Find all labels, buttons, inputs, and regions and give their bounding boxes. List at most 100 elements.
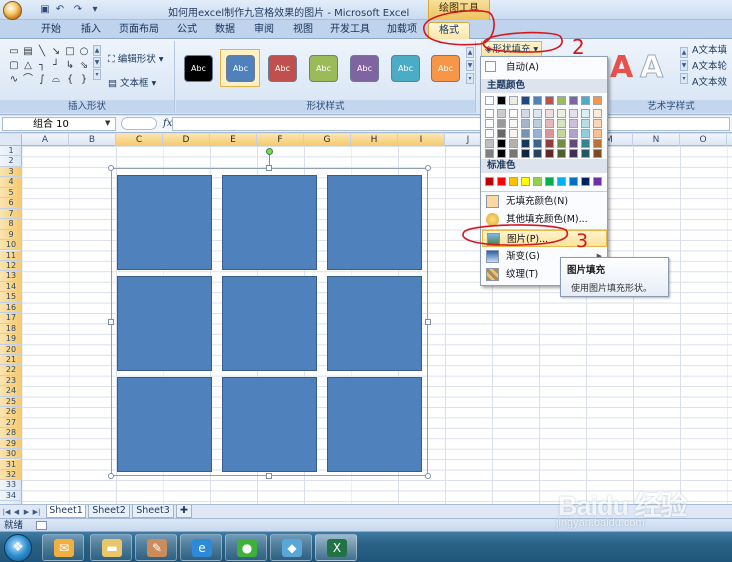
row-header-4[interactable]: 4	[0, 177, 22, 188]
grid-shape-9[interactable]	[327, 377, 422, 472]
tab-insert[interactable]: 插入	[76, 22, 106, 39]
taskbar-ie[interactable]: e	[180, 534, 222, 561]
grid-shape-1[interactable]	[117, 175, 212, 270]
theme-color-swatch[interactable]	[521, 139, 530, 148]
styles-scroll-up-icon[interactable]: ▲	[466, 47, 474, 58]
wordart-scroll-up-icon[interactable]: ▲	[680, 47, 688, 58]
standard-color-swatch[interactable]	[497, 177, 506, 186]
menu-no-fill[interactable]: 无填充颜色(N)	[482, 193, 607, 210]
theme-color-swatch[interactable]	[557, 149, 566, 158]
theme-color-swatch[interactable]	[485, 96, 494, 105]
theme-color-swatch[interactable]	[509, 109, 518, 118]
grid-shape-2[interactable]	[222, 175, 317, 270]
theme-color-swatch[interactable]	[557, 129, 566, 138]
shapes-more-icon[interactable]: ▾	[93, 69, 101, 80]
theme-color-swatch[interactable]	[557, 96, 566, 105]
oval-shape-icon[interactable]: ○	[78, 46, 90, 57]
theme-color-swatch[interactable]	[533, 139, 542, 148]
theme-color-swatch[interactable]	[545, 109, 554, 118]
start-button[interactable]: ❖	[4, 534, 32, 562]
theme-color-swatch[interactable]	[569, 139, 578, 148]
grid-shape-6[interactable]	[327, 276, 422, 371]
shape-style-blue[interactable]: Abc	[226, 55, 255, 82]
elbow-shape-icon[interactable]: ┐	[36, 60, 48, 71]
theme-color-swatch[interactable]	[521, 96, 530, 105]
column-header-F[interactable]: F	[257, 134, 304, 146]
theme-color-swatch[interactable]	[545, 129, 554, 138]
row-header-25[interactable]: 25	[0, 396, 22, 408]
grid-shape-8[interactable]	[222, 377, 317, 472]
sheet-tab-2[interactable]: Sheet2	[88, 505, 130, 518]
theme-color-swatch[interactable]	[509, 139, 518, 148]
row-header-24[interactable]: 24	[0, 386, 22, 397]
row-header-27[interactable]: 27	[0, 417, 22, 429]
theme-color-swatch[interactable]	[581, 129, 590, 138]
textbox-shape-icon[interactable]: ▤	[22, 46, 34, 57]
tab-home[interactable]: 开始	[36, 22, 66, 39]
theme-color-swatch[interactable]	[581, 96, 590, 105]
fx-icon[interactable]: fx	[163, 117, 172, 130]
standard-color-swatch[interactable]	[533, 177, 542, 186]
last-sheet-icon[interactable]: ▶|	[32, 506, 41, 518]
styles-more-icon[interactable]: ▾	[466, 73, 474, 84]
row-header-10[interactable]: 10	[0, 240, 22, 251]
resize-handle-ne[interactable]	[425, 165, 431, 171]
standard-color-swatch[interactable]	[545, 177, 554, 186]
theme-color-swatch[interactable]	[593, 96, 602, 105]
theme-color-swatch[interactable]	[593, 139, 602, 148]
next-sheet-icon[interactable]: ▶	[22, 506, 31, 518]
column-header-C[interactable]: C	[116, 134, 163, 146]
undo-icon[interactable]: ↶	[53, 3, 67, 17]
theme-color-swatch[interactable]	[509, 119, 518, 128]
line-shape-icon[interactable]: ╲	[36, 46, 48, 57]
row-header-15[interactable]: 15	[0, 292, 22, 303]
menu-more-colors[interactable]: 其他填充颜色(M)...	[482, 211, 607, 228]
standard-color-swatch[interactable]	[569, 177, 578, 186]
standard-color-swatch[interactable]	[581, 177, 590, 186]
bent-arrow-icon[interactable]: ⇘	[78, 60, 90, 71]
theme-color-swatch[interactable]	[485, 109, 494, 118]
tab-page-layout[interactable]: 页面布局	[114, 22, 164, 39]
row-header-14[interactable]: 14	[0, 281, 22, 293]
resize-handle-e[interactable]	[425, 319, 431, 325]
tab-formulas[interactable]: 公式	[172, 22, 202, 39]
resize-handle-sw[interactable]	[108, 473, 114, 479]
theme-color-swatch[interactable]	[497, 129, 506, 138]
wordart-white-a[interactable]: A	[639, 50, 663, 85]
standard-color-swatch[interactable]	[593, 177, 602, 186]
row-header-32[interactable]: 32	[0, 469, 22, 481]
tab-developer[interactable]: 开发工具	[326, 22, 374, 39]
row-header-16[interactable]: 16	[0, 302, 22, 314]
curve-icon[interactable]: ⌒	[22, 74, 34, 85]
row-header-18[interactable]: 18	[0, 323, 22, 335]
theme-color-swatch[interactable]	[485, 129, 494, 138]
tab-view[interactable]: 视图	[288, 22, 318, 39]
tab-format[interactable]: 格式	[428, 22, 470, 39]
resize-handle-n[interactable]	[266, 165, 272, 171]
row-header-33[interactable]: 33	[0, 480, 22, 491]
resize-handle-se[interactable]	[425, 473, 431, 479]
theme-color-swatch[interactable]	[533, 149, 542, 158]
arc-icon[interactable]: ⌓	[50, 74, 62, 85]
row-header-7[interactable]: 7	[0, 208, 22, 220]
curve-arrow-icon[interactable]: ↳	[64, 60, 76, 71]
arrow-shape-icon[interactable]: ↘	[50, 46, 62, 57]
grid-shape-7[interactable]	[117, 377, 212, 472]
shape-group-selection[interactable]	[111, 168, 428, 476]
resize-handle-s[interactable]	[266, 473, 272, 479]
theme-color-swatch[interactable]	[581, 149, 590, 158]
theme-color-swatch[interactable]	[569, 149, 578, 158]
theme-color-swatch[interactable]	[521, 149, 530, 158]
grid-shape-5[interactable]	[222, 276, 317, 371]
qat-customize-icon[interactable]: ▾	[88, 3, 102, 17]
brace-left-icon[interactable]: {	[64, 74, 76, 85]
row-header-23[interactable]: 23	[0, 375, 22, 387]
shape-style-green[interactable]: Abc	[309, 55, 338, 82]
row-header-1[interactable]: 1	[0, 146, 22, 157]
text-outline-button[interactable]: A文本轮	[692, 60, 727, 73]
tab-data[interactable]: 数据	[210, 22, 240, 39]
resize-handle-nw[interactable]	[108, 165, 114, 171]
theme-color-swatch[interactable]	[509, 96, 518, 105]
styles-scroll-down-icon[interactable]: ▼	[466, 60, 474, 71]
theme-color-swatch[interactable]	[485, 139, 494, 148]
